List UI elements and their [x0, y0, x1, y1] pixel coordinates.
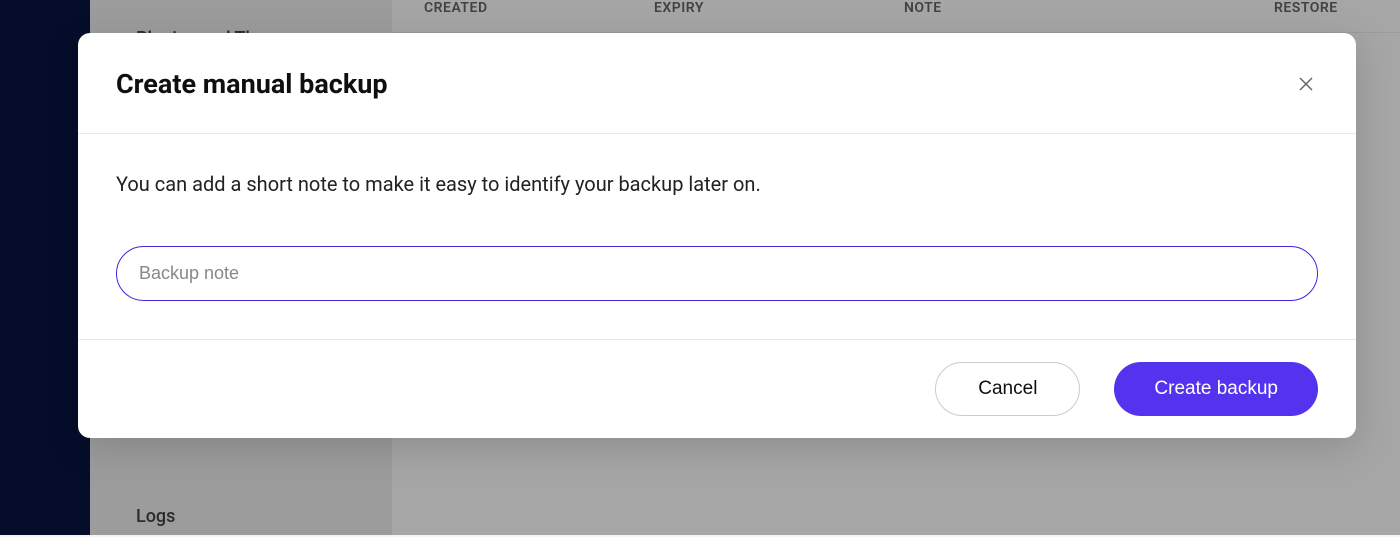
close-button[interactable]: [1294, 72, 1318, 96]
modal-body: You can add a short note to make it easy…: [78, 134, 1356, 340]
modal-header: Create manual backup: [78, 33, 1356, 134]
create-backup-modal: Create manual backup You can add a short…: [78, 33, 1356, 438]
modal-description: You can add a short note to make it easy…: [116, 172, 1318, 196]
close-icon: [1298, 76, 1314, 92]
create-backup-button[interactable]: Create backup: [1114, 362, 1318, 416]
backup-note-input[interactable]: [116, 246, 1318, 301]
cancel-button[interactable]: Cancel: [935, 362, 1080, 416]
modal-title: Create manual backup: [116, 68, 388, 100]
modal-footer: Cancel Create backup: [78, 340, 1356, 438]
